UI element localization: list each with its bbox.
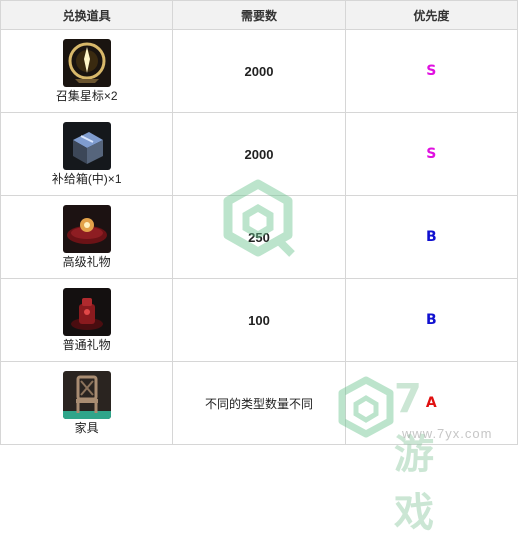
priority-cell: B [344,278,518,362]
table-row: 家具 不同的类型数量不同 A [0,361,518,445]
item-name: 普通礼物 [62,337,111,352]
furniture-chair-icon [62,370,111,419]
priority-cell: S [344,112,518,196]
summon-star-icon [62,38,111,87]
header-priority: 优先度 [344,0,518,30]
table-row: 普通礼物 100 B [0,278,518,362]
priority-grade: B [425,312,437,328]
quantity-cell: 100 [172,278,346,362]
header-item: 兑换道具 [0,0,174,30]
quantity-value: 250 [248,229,270,245]
premium-gift-icon [62,204,111,253]
item-cell: 补给箱(中)×1 [0,112,174,196]
item-name: 高级礼物 [62,254,111,269]
priority-grade: S [426,63,437,79]
item-cell: 召集星标×2 [0,29,174,113]
priority-cell: B [344,195,518,279]
quantity-cell: 250 [172,195,346,279]
item-cell: 高级礼物 [0,195,174,279]
priority-cell: S [344,29,518,113]
item-name: 召集星标×2 [55,88,118,103]
quantity-cell: 2000 [172,112,346,196]
quantity-value: 100 [248,312,270,328]
table-row: 高级礼物 250 B [0,195,518,279]
item-name: 家具 [74,420,99,435]
table-row: 补给箱(中)×1 2000 S [0,112,518,196]
quantity-cell: 不同的类型数量不同 [172,361,346,445]
priority-cell: A [344,361,518,445]
header-quantity: 需要数 [172,0,346,30]
common-gift-icon [62,287,111,336]
priority-grade: S [426,146,437,162]
quantity-value: 2000 [244,63,274,79]
table-row: 召集星标×2 2000 S [0,29,518,113]
item-name: 补给箱(中)×1 [51,171,122,186]
priority-grade: B [425,229,437,245]
table-header-row: 兑换道具 需要数 优先度 [0,0,518,30]
supply-box-icon [62,121,111,170]
priority-grade: A [425,395,437,411]
item-cell: 家具 [0,361,174,445]
quantity-value: 2000 [244,146,274,162]
exchange-table: 兑换道具 需要数 优先度 召集星标×2 2000 S 补给箱(中)×1 2000… [0,0,518,445]
item-cell: 普通礼物 [0,278,174,362]
quantity-note: 不同的类型数量不同 [204,396,313,411]
quantity-cell: 2000 [172,29,346,113]
